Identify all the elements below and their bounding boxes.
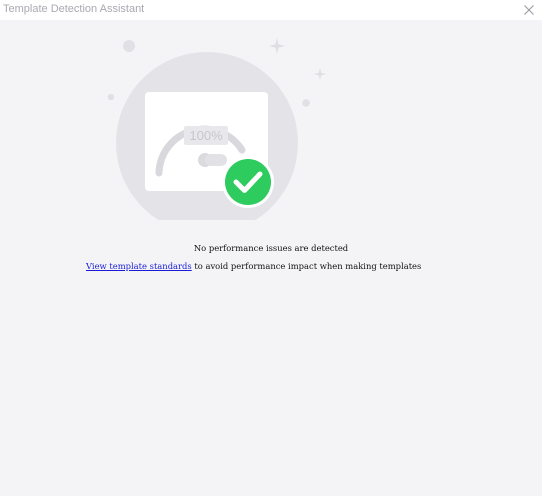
window-title: Template Detection Assistant [3,3,145,15]
hint-suffix: to avoid performance impact when making … [191,261,422,271]
sparkle-star-icon [269,38,285,54]
result-message: No performance issues are detected [193,243,349,253]
close-icon[interactable] [521,2,537,18]
title-bar: Template Detection Assistant [0,0,542,20]
view-standards-link[interactable]: View template standards [86,261,192,271]
sparkle-star-icon [314,68,326,80]
gauge-text: 100% [189,128,223,143]
sparkle-dot-icon [123,40,135,52]
gauge-needle [205,154,227,166]
sparkle-dot-icon [302,99,310,107]
sparkle-dot-icon [107,93,115,101]
success-illustration: 100% [107,38,326,220]
hint-line: View template standards to avoid perform… [86,261,486,271]
